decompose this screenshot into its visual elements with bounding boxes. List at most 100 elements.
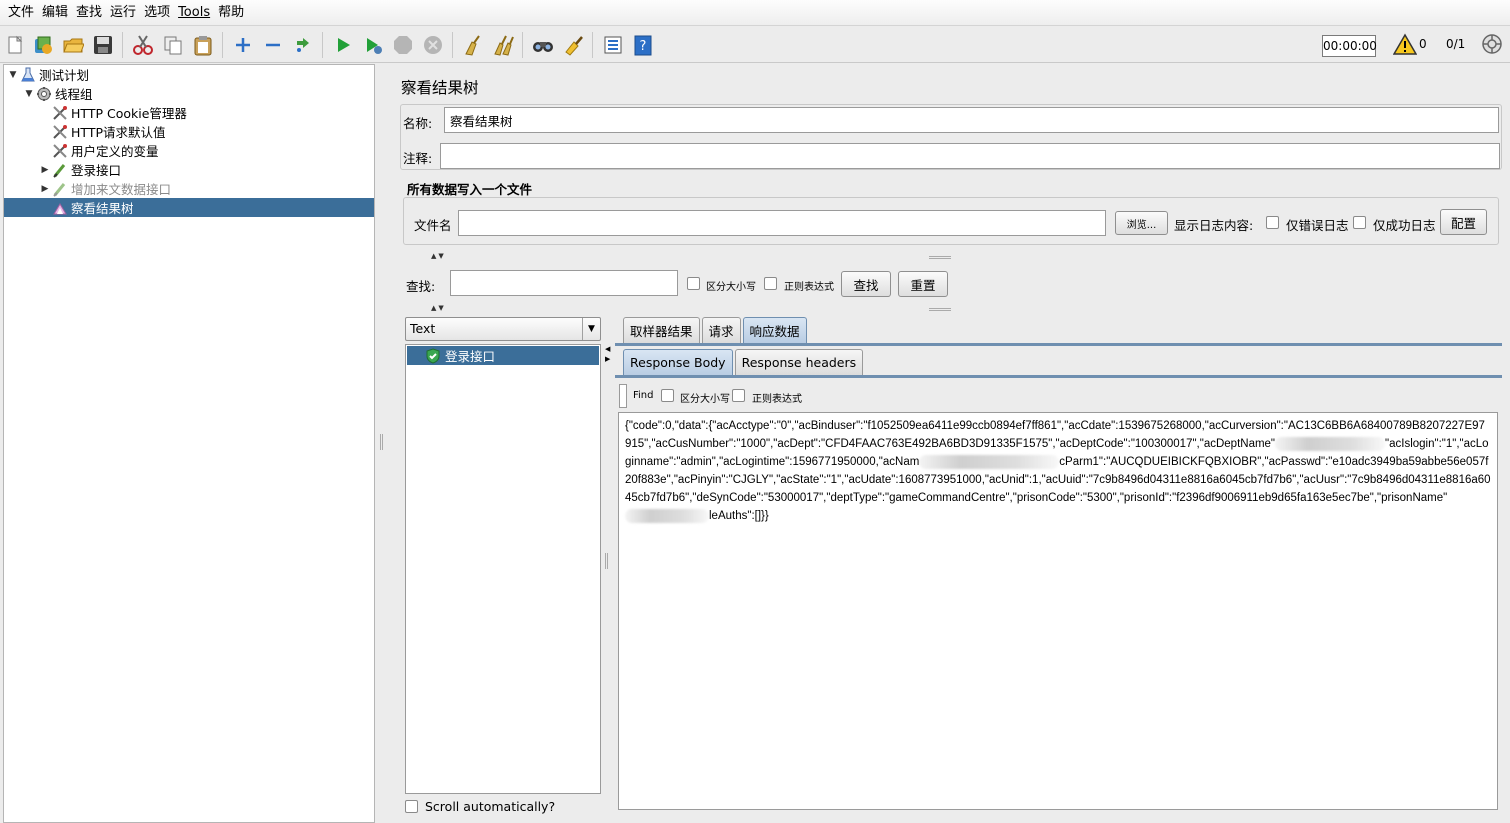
tree-item-thread-group[interactable]: ▼ 线程组 xyxy=(23,84,372,103)
response-subtabs: Response Body Response headers xyxy=(623,349,865,375)
find-input[interactable] xyxy=(619,384,627,408)
sampler-icon xyxy=(51,180,69,198)
splitter-grip[interactable] xyxy=(605,553,608,569)
panel-title: 察看结果树 xyxy=(401,79,479,97)
list-item-label: 登录接口 xyxy=(445,349,496,364)
toolbar-separator xyxy=(522,32,523,58)
toolbar-separator xyxy=(222,32,223,58)
errors-only-checkbox[interactable] xyxy=(1266,216,1279,229)
tree-toggle[interactable]: ▶ xyxy=(39,184,51,194)
success-only-checkbox[interactable] xyxy=(1353,216,1366,229)
tree-item-user-variables[interactable]: 用户定义的变量 xyxy=(39,141,372,160)
response-find-bar: Find 区分大小写 正则表达式 xyxy=(613,382,1499,412)
menu-search[interactable]: 查找 xyxy=(72,0,106,26)
tree-toggle[interactable]: ▶ xyxy=(39,165,51,175)
filename-label: 文件名 xyxy=(414,218,452,233)
scroll-automatically-checkbox[interactable] xyxy=(405,800,418,813)
tree-item-add-document-sampler[interactable]: ▶ 增加来文数据接口 xyxy=(39,179,372,198)
find-regex-checkbox[interactable] xyxy=(732,389,745,402)
redacted-text xyxy=(625,508,709,523)
open-icon[interactable] xyxy=(60,32,86,58)
menu-help[interactable]: 帮助 xyxy=(214,0,248,26)
tree-toggle[interactable]: ▼ xyxy=(7,70,19,80)
menu-tools[interactable]: Tools xyxy=(174,0,214,26)
search-input[interactable] xyxy=(450,270,678,296)
cut-icon[interactable] xyxy=(130,32,156,58)
configure-button[interactable]: 配置 xyxy=(1440,209,1487,235)
renderer-select[interactable]: Text ▼ xyxy=(405,317,601,341)
menu-file[interactable]: 文件 xyxy=(4,0,38,26)
config-element-icon xyxy=(51,123,69,141)
list-item[interactable]: 登录接口 xyxy=(407,346,599,365)
tree-item-label: 增加来文数据接口 xyxy=(71,182,172,197)
tab-sampler-result[interactable]: 取样器结果 xyxy=(623,317,700,343)
help-icon[interactable]: ? xyxy=(630,32,656,58)
browse-button[interactable]: 浏览... xyxy=(1115,211,1168,235)
divider-arrows-icon[interactable]: ▲▼ xyxy=(431,252,446,260)
find-case-sensitive-label: 区分大小写 xyxy=(680,394,730,405)
tree-item-view-results-tree[interactable]: 察看结果树 xyxy=(4,198,374,217)
sample-result-list[interactable]: 登录接口 xyxy=(405,344,601,794)
reset-button[interactable]: 重置 xyxy=(898,271,948,297)
warning-icon[interactable] xyxy=(1393,33,1417,57)
clear-all-icon[interactable] xyxy=(490,32,516,58)
stop-icon[interactable] xyxy=(390,32,416,58)
case-sensitive-checkbox[interactable] xyxy=(687,277,700,290)
chevron-down-icon[interactable]: ▼ xyxy=(582,318,600,340)
find-label: Find xyxy=(633,390,654,401)
start-no-pause-icon[interactable] xyxy=(360,32,386,58)
divider-grip-line[interactable] xyxy=(929,256,951,259)
test-plan-tree[interactable]: ▼ 测试计划 ▼ 线程组 HTTP Cookie管理器 HTTP请求默认值 用户… xyxy=(3,64,375,823)
file-section-title: 所有数据写入一个文件 xyxy=(407,182,533,197)
find-case-sensitive-checkbox[interactable] xyxy=(661,389,674,402)
shutdown-icon[interactable] xyxy=(420,32,446,58)
menu-edit[interactable]: 编辑 xyxy=(38,0,72,26)
regex-checkbox[interactable] xyxy=(764,277,777,290)
response-body-text[interactable]: {"code":0,"data":{"acAcctype":"0","acBin… xyxy=(618,412,1498,810)
save-icon[interactable] xyxy=(90,32,116,58)
expand-icon[interactable] xyxy=(230,32,256,58)
menu-options[interactable]: 选项 xyxy=(140,0,174,26)
tab-response-body[interactable]: Response Body xyxy=(623,349,733,375)
toolbar-separator xyxy=(322,32,323,58)
tree-toggle[interactable]: ▼ xyxy=(23,89,35,99)
search-icon[interactable] xyxy=(530,32,556,58)
copy-icon[interactable] xyxy=(160,32,186,58)
tree-item-login-sampler[interactable]: ▶ 登录接口 xyxy=(39,160,372,179)
active-threads: 0/1 xyxy=(1446,37,1466,51)
filename-input[interactable] xyxy=(458,210,1106,236)
tab-request[interactable]: 请求 xyxy=(701,317,741,343)
regex-label: 正则表达式 xyxy=(784,282,834,293)
paste-icon[interactable] xyxy=(190,32,216,58)
divider-2[interactable]: ▲▼ xyxy=(389,304,1510,312)
start-icon[interactable] xyxy=(330,32,356,58)
tree-item-http-defaults[interactable]: HTTP请求默认值 xyxy=(39,122,372,141)
tree-item-cookie-manager[interactable]: HTTP Cookie管理器 xyxy=(39,103,372,122)
divider-arrows-icon[interactable]: ▲▼ xyxy=(431,304,446,312)
collapse-icon[interactable] xyxy=(260,32,286,58)
tab-response-data[interactable]: 响应数据 xyxy=(742,317,807,343)
toggle-icon[interactable] xyxy=(290,32,316,58)
divider-1[interactable]: ▲▼ xyxy=(389,252,1510,260)
expand-right-arrow-icon[interactable]: ▶ xyxy=(605,355,610,363)
search-button[interactable]: 查找 xyxy=(841,271,891,297)
remote-status-icon[interactable] xyxy=(1481,33,1503,55)
results-splitter[interactable]: ◀ ▶ xyxy=(603,317,613,817)
function-helper-icon[interactable] xyxy=(600,32,626,58)
tree-item-test-plan[interactable]: ▼ 测试计划 xyxy=(7,65,372,84)
comment-input[interactable] xyxy=(440,143,1500,169)
templates-icon[interactable] xyxy=(30,32,56,58)
new-icon[interactable] xyxy=(2,32,28,58)
splitter-grip[interactable] xyxy=(380,434,383,450)
toolbar-separator xyxy=(592,32,593,58)
reset-search-icon[interactable] xyxy=(560,32,586,58)
menu-run[interactable]: 运行 xyxy=(106,0,140,26)
clear-icon[interactable] xyxy=(460,32,486,58)
divider-grip-line[interactable] xyxy=(929,308,951,311)
collapse-left-arrow-icon[interactable]: ◀ xyxy=(605,345,610,353)
search-label: 查找: xyxy=(406,279,436,294)
comment-label: 注释: xyxy=(403,151,433,166)
main-splitter[interactable] xyxy=(376,64,388,823)
tab-response-headers[interactable]: Response headers xyxy=(734,349,864,375)
name-input[interactable] xyxy=(444,107,1499,133)
